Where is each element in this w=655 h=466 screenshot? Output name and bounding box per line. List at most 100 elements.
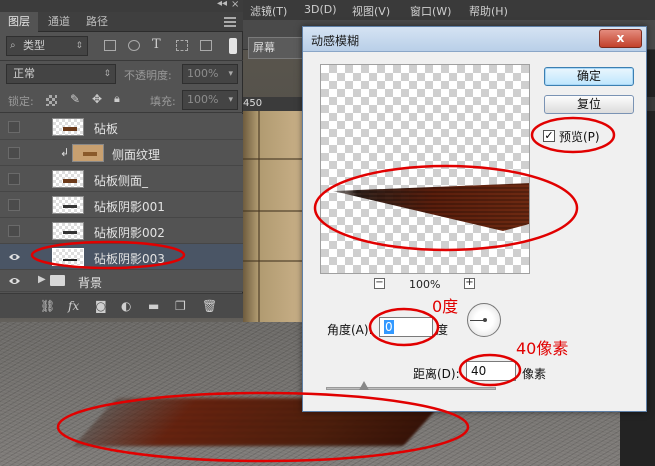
ok-button[interactable]: 确定	[544, 67, 634, 86]
layer-row-selected[interactable]: 砧板阴影003	[0, 244, 243, 270]
menu-window[interactable]: 窗口(W)	[410, 3, 451, 19]
layer-row[interactable]: 砧板阴影001	[0, 192, 243, 218]
visibility-toggle[interactable]	[8, 147, 20, 159]
distance-annotation: 40像素	[516, 339, 569, 358]
filter-type-icon[interactable]: T	[152, 37, 161, 52]
screen-mode-button[interactable]: 屏幕	[248, 37, 306, 59]
filter-preview[interactable]	[320, 64, 530, 274]
angle-value: 0	[384, 320, 394, 334]
close-panel-icon[interactable]: ×	[231, 0, 239, 10]
fill-input[interactable]: 100% ▾	[182, 90, 238, 110]
zoom-level: 100%	[409, 278, 441, 291]
dropdown-arrow-icon: ▾	[228, 95, 233, 105]
close-button[interactable]: x	[599, 29, 642, 48]
angle-dial[interactable]	[467, 303, 501, 337]
dropdown-arrow-icon: ▾	[228, 69, 233, 79]
opacity-input[interactable]: 100% ▾	[182, 64, 238, 84]
new-group-icon[interactable]: ▬	[148, 299, 159, 313]
distance-label: 距离(D):	[413, 367, 460, 381]
tab-channels[interactable]: 通道	[40, 12, 78, 32]
lock-transparency-icon[interactable]	[46, 95, 57, 106]
lock-position-icon[interactable]: ✥	[92, 92, 103, 106]
layer-row[interactable]: 砧板阴影002	[0, 218, 243, 244]
layers-panel: ◂◂ × 图层 通道 路径 ⌕ 类型 ⇕ T 正常 ⇕ 不透明度: 100% ▾…	[0, 0, 243, 318]
opacity-value: 100%	[187, 67, 219, 80]
select-arrows-icon: ⇕	[103, 69, 111, 79]
reset-button[interactable]: 复位	[544, 95, 634, 114]
eye-icon[interactable]	[8, 251, 21, 263]
layer-row[interactable]: ↲ 侧面纹理	[0, 140, 243, 166]
lock-row: 锁定: ✎ ✥ 🔒︎ 填充: 100% ▾	[0, 87, 243, 113]
layer-thumbnail	[52, 248, 84, 266]
filter-adjustment-icon[interactable]	[128, 40, 140, 51]
layer-style-icon[interactable]: fx	[68, 299, 79, 313]
delete-layer-icon[interactable]: 🗑︎	[202, 299, 217, 313]
panel-menu-icon[interactable]	[224, 17, 236, 27]
visibility-toggle[interactable]	[8, 199, 20, 211]
filter-kind-select[interactable]: ⌕ 类型 ⇕	[6, 36, 88, 56]
layer-row[interactable]: 砧板	[0, 114, 243, 140]
search-icon: ⌕	[10, 40, 16, 51]
tab-layers[interactable]: 图层	[0, 12, 38, 32]
menu-3d[interactable]: 3D(D)	[304, 3, 337, 16]
layer-thumbnail	[72, 144, 104, 162]
layer-name: 砧板阴影001	[94, 200, 165, 214]
link-layers-icon[interactable]: ⛓	[40, 299, 55, 313]
layer-name: 砧板侧面_	[94, 174, 149, 188]
distance-value: 40	[471, 364, 487, 378]
layer-thumbnail	[52, 118, 84, 136]
layer-name: 侧面纹理	[112, 148, 161, 162]
panel-tabs: 图层 通道 路径	[0, 12, 243, 32]
motion-blur-dialog: 动感模糊 x − 100% + 确定 复位 ✓ 预览(P) 角度(A): 0 度…	[302, 26, 647, 412]
select-arrows-icon: ⇕	[75, 41, 83, 51]
filter-smart-object-icon[interactable]	[200, 40, 212, 51]
angle-dial-hub	[483, 318, 487, 322]
expand-arrow-icon[interactable]: ▶	[38, 274, 46, 285]
clipping-mask-icon: ↲	[60, 146, 70, 159]
lock-label: 锁定:	[8, 95, 34, 108]
tab-paths[interactable]: 路径	[78, 12, 116, 32]
menu-view[interactable]: 视图(V)	[352, 3, 390, 19]
new-layer-icon[interactable]: ❐	[175, 299, 186, 313]
layer-row[interactable]: 砧板侧面_	[0, 166, 243, 192]
menu-help[interactable]: 帮助(H)	[469, 3, 508, 19]
dialog-title: 动感模糊	[311, 34, 360, 48]
lock-brush-icon[interactable]: ✎	[70, 92, 81, 106]
layer-name: 砧板阴影003	[94, 252, 165, 266]
menu-filter[interactable]: 滤镜(T)	[250, 3, 287, 19]
ruler-tick-label: 450	[243, 98, 263, 109]
filter-shape-icon[interactable]	[176, 40, 188, 51]
lock-all-icon[interactable]: 🔒︎	[114, 92, 125, 105]
layer-name: 背景	[78, 276, 103, 290]
adjustment-layer-icon[interactable]: ◐	[121, 299, 131, 313]
distance-input[interactable]: 40	[466, 361, 516, 381]
blend-mode-value: 正常	[13, 67, 35, 80]
angle-annotation: 0度	[432, 297, 459, 316]
zoom-out-button[interactable]: −	[374, 278, 385, 289]
visibility-toggle[interactable]	[8, 121, 20, 133]
folder-icon	[50, 275, 65, 286]
eye-icon[interactable]	[8, 275, 21, 287]
preview-blurred-board-image	[333, 183, 529, 231]
angle-input[interactable]: 0	[379, 317, 433, 337]
zoom-in-button[interactable]: +	[464, 278, 475, 289]
layer-thumbnail	[52, 170, 84, 188]
visibility-toggle[interactable]	[8, 173, 20, 185]
blend-row: 正常 ⇕ 不透明度: 100% ▾	[0, 60, 243, 86]
filter-toggle-switch[interactable]	[229, 38, 237, 54]
blend-mode-select[interactable]: 正常 ⇕	[6, 64, 116, 84]
preview-checkbox[interactable]: ✓	[543, 130, 555, 142]
distance-slider-thumb[interactable]	[359, 381, 369, 390]
layer-group-row[interactable]: ▶ 背景	[0, 270, 243, 292]
dialog-title-bar[interactable]: 动感模糊 x	[303, 27, 646, 52]
angle-label: 角度(A):	[327, 323, 373, 337]
filter-pixel-icon[interactable]	[104, 40, 116, 51]
visibility-toggle[interactable]	[8, 225, 20, 237]
collapse-panel-icon[interactable]: ◂◂	[217, 0, 227, 9]
layer-name: 砧板	[94, 122, 119, 136]
add-mask-icon[interactable]: ◙	[95, 299, 107, 313]
layer-thumbnail	[52, 196, 84, 214]
layers-panel-footer: ⛓ fx ◙ ◐ ▬ ❐ 🗑︎	[0, 293, 243, 318]
distance-slider-track[interactable]	[326, 387, 496, 390]
fill-value: 100%	[187, 93, 219, 106]
